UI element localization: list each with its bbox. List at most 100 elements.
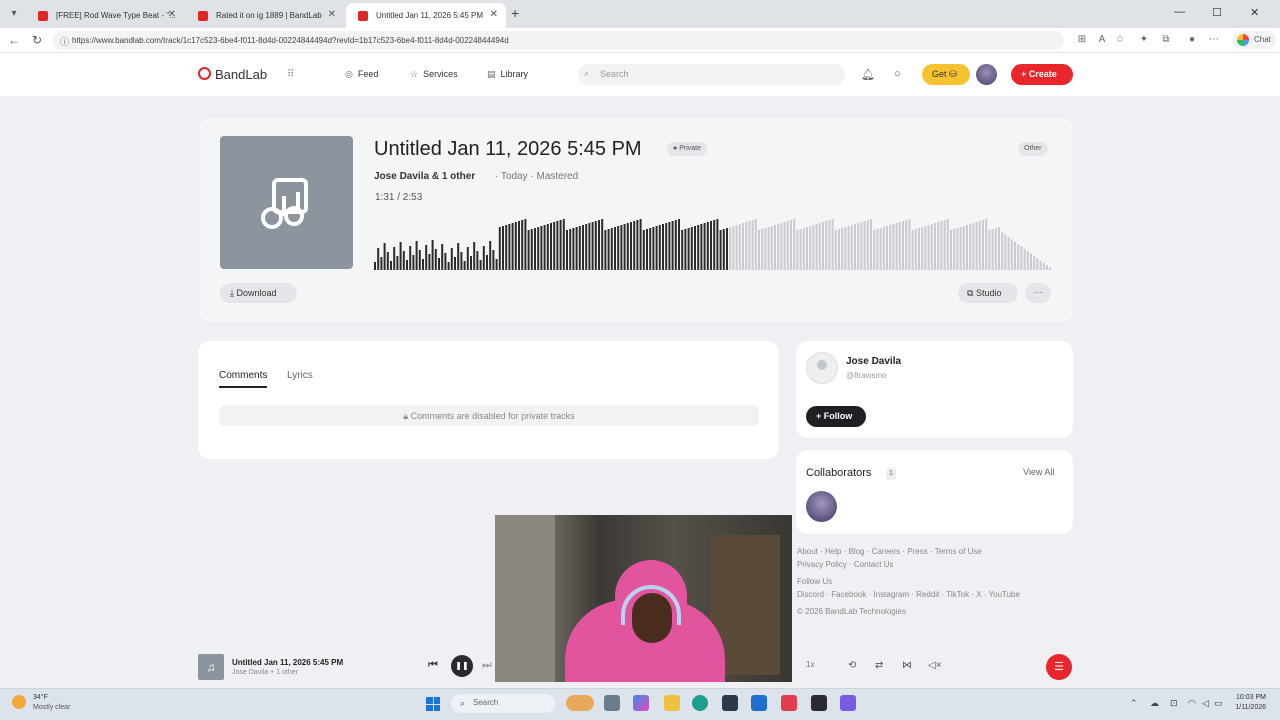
- previous-track-icon[interactable]: ⏮: [428, 659, 438, 672]
- download-button[interactable]: ⤓ Download: [220, 283, 297, 303]
- tab-lyrics[interactable]: Lyrics: [287, 370, 313, 381]
- close-window-icon[interactable]: ✕: [1250, 6, 1259, 19]
- close-tab-icon[interactable]: ✕: [328, 9, 336, 20]
- bandlab-logo[interactable]: BandLab: [215, 67, 267, 82]
- footer-link-careers[interactable]: Careers: [872, 547, 900, 556]
- social-youtube[interactable]: YouTube: [989, 590, 1020, 599]
- copilot-app-icon[interactable]: [633, 695, 649, 711]
- bandlab-logo-icon[interactable]: [198, 67, 211, 80]
- shuffle-icon[interactable]: ⇄: [875, 660, 883, 671]
- track-artists[interactable]: Jose Davila & 1 other: [374, 171, 475, 182]
- apps-icon[interactable]: ⊞: [1076, 34, 1088, 46]
- tab-comments[interactable]: Comments: [219, 370, 268, 388]
- user-avatar[interactable]: [976, 64, 997, 85]
- get-membership-button[interactable]: Get ⛁: [922, 64, 970, 85]
- outlook-app-icon[interactable]: [751, 695, 767, 711]
- nav-feed[interactable]: ◎ Feed: [345, 69, 378, 80]
- close-tab-icon[interactable]: ✕: [168, 9, 176, 20]
- tray-cloud-icon[interactable]: ☁: [1150, 698, 1159, 709]
- crossfade-icon[interactable]: ⋈: [902, 660, 912, 671]
- footer-link-terms[interactable]: Terms of Use: [935, 547, 982, 556]
- task-view-icon[interactable]: [604, 695, 620, 711]
- waveform-bar: [678, 219, 680, 270]
- taskbar-widget-icon[interactable]: [566, 695, 594, 711]
- create-button[interactable]: + Create: [1011, 64, 1073, 85]
- artist-avatar[interactable]: [806, 352, 838, 384]
- footer-link-blog[interactable]: Blog: [849, 547, 865, 556]
- favorite-star-icon[interactable]: ☆: [1114, 34, 1126, 46]
- wifi-icon[interactable]: ◠: [1188, 698, 1196, 709]
- open-in-studio-button[interactable]: ⧉ Studio: [958, 283, 1018, 303]
- edge-browser-icon[interactable]: [692, 695, 708, 711]
- apps-grid-icon[interactable]: ⠿: [287, 69, 299, 81]
- footer-link-contact[interactable]: Contact Us: [854, 560, 894, 569]
- player-track-title[interactable]: Untitled Jan 11, 2026 5:45 PM: [232, 658, 343, 667]
- tray-app-icon[interactable]: ⊡: [1170, 698, 1178, 709]
- read-aloud-icon[interactable]: A: [1096, 34, 1108, 46]
- footer-link-help[interactable]: Help: [825, 547, 841, 556]
- waveform-bar: [543, 225, 546, 270]
- music-app-icon[interactable]: [781, 695, 797, 711]
- footer-link-privacy[interactable]: Privacy Policy: [797, 560, 847, 569]
- account-icon[interactable]: ●: [1186, 34, 1198, 46]
- minimize-icon[interactable]: —: [1174, 6, 1185, 18]
- volume-muted-icon[interactable]: ◁×: [928, 660, 942, 671]
- tab-list-chevron-icon[interactable]: ▾: [6, 6, 22, 22]
- waveform-bar: [1023, 248, 1026, 270]
- notifications-bell-icon[interactable]: 🔔︎: [861, 68, 875, 81]
- waveform-bar: [1033, 255, 1036, 270]
- browser-tab[interactable]: [FREE] Rod Wave Type Beat - "... ✕: [26, 3, 184, 28]
- browser-menu-icon[interactable]: ⋯: [1208, 34, 1220, 46]
- tray-chevron-icon[interactable]: ⌃: [1130, 698, 1138, 709]
- waveform-bar: [825, 221, 828, 270]
- queue-button[interactable]: ☰: [1046, 654, 1072, 680]
- view-all-link[interactable]: View All: [1023, 467, 1054, 477]
- copilot-button[interactable]: Chat: [1232, 31, 1276, 49]
- maximize-icon[interactable]: ☐: [1212, 6, 1222, 19]
- playback-speed[interactable]: 1x: [806, 660, 814, 669]
- nav-services[interactable]: ☆ Services: [410, 69, 458, 80]
- artist-name[interactable]: Jose Davila: [846, 356, 901, 367]
- taskbar-search-input[interactable]: Search: [451, 694, 555, 713]
- player-cover-music-icon[interactable]: ♫: [198, 654, 224, 680]
- social-instagram[interactable]: Instagram: [873, 590, 909, 599]
- waveform-seekbar[interactable]: [374, 210, 1054, 270]
- discord-app-icon[interactable]: [840, 695, 856, 711]
- social-reddit[interactable]: Reddit: [916, 590, 939, 599]
- footer-link-press[interactable]: Press: [907, 547, 927, 556]
- new-tab-icon[interactable]: +: [511, 5, 519, 21]
- address-bar[interactable]: https://www.bandlab.com/track/1c17c523-6…: [52, 31, 1064, 50]
- windows-start-icon[interactable]: [426, 697, 440, 711]
- repeat-icon[interactable]: ⟲: [848, 660, 856, 671]
- store-app-icon[interactable]: [722, 695, 738, 711]
- browser-tab[interactable]: Rated it on ig 1889 | BandLab ✕: [186, 3, 344, 28]
- weather-temp[interactable]: 34°F: [33, 694, 48, 701]
- more-options-button[interactable]: ···: [1025, 283, 1051, 303]
- volume-icon[interactable]: ◁: [1202, 698, 1209, 709]
- weather-condition[interactable]: Mostly clear: [33, 704, 70, 711]
- footer-link-about[interactable]: About: [797, 547, 818, 556]
- extensions-puzzle-icon[interactable]: ⧉: [1160, 34, 1172, 46]
- search-input[interactable]: Search: [578, 64, 845, 85]
- browser-tab-active[interactable]: Untitled Jan 11, 2026 5:45 PM ✕: [346, 3, 506, 28]
- weather-icon[interactable]: [12, 695, 26, 709]
- collaborator-avatar[interactable]: [806, 491, 837, 522]
- file-explorer-icon[interactable]: [664, 695, 680, 711]
- nav-library[interactable]: ▤ Library: [487, 69, 528, 80]
- pause-button[interactable]: ❚❚: [451, 655, 473, 677]
- social-x[interactable]: X: [976, 590, 981, 599]
- refresh-icon[interactable]: ↻: [32, 33, 42, 47]
- close-tab-icon[interactable]: ✕: [490, 9, 498, 20]
- follow-button[interactable]: + Follow: [806, 406, 866, 427]
- messages-icon[interactable]: ○: [894, 68, 901, 80]
- social-facebook[interactable]: Facebook: [831, 590, 866, 599]
- bandlab-app-icon[interactable]: [811, 695, 827, 711]
- site-info-icon[interactable]: ⓘ: [60, 35, 69, 48]
- next-track-icon[interactable]: ⏭: [482, 659, 492, 672]
- extension-icon[interactable]: ✦: [1138, 34, 1150, 46]
- social-tiktok[interactable]: TikTok: [946, 590, 969, 599]
- battery-icon[interactable]: ▭: [1214, 698, 1223, 709]
- taskbar-clock[interactable]: 10:03 PM 1/11/2026: [1230, 693, 1266, 713]
- back-icon[interactable]: ←: [8, 33, 20, 47]
- social-discord[interactable]: Discord: [797, 590, 824, 599]
